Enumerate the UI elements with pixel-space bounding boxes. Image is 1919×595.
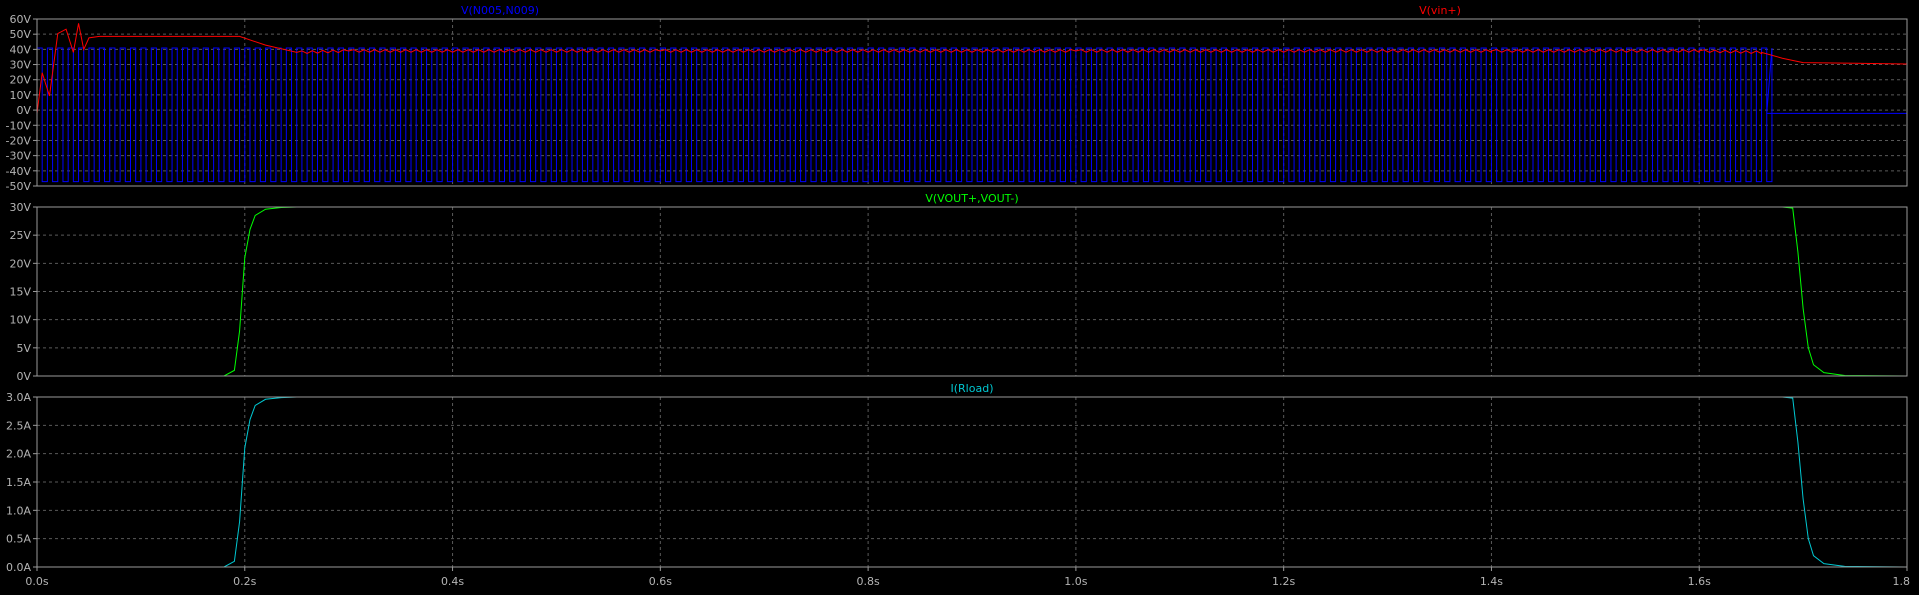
y-tick-label: 1.0A	[6, 504, 31, 517]
x-tick-label: 1.8	[1893, 575, 1911, 588]
y-tick-label: 3.0A	[6, 391, 31, 404]
y-tick-label: 60V	[9, 13, 31, 26]
x-tick-label: 1.6s	[1688, 575, 1711, 588]
trace-v-n005-n009-[interactable]	[37, 47, 1907, 183]
y-tick-label: -20V	[6, 134, 32, 147]
plot-background	[0, 0, 1919, 595]
x-tick-label: 1.2s	[1272, 575, 1295, 588]
x-tick-label: 1.4s	[1480, 575, 1503, 588]
y-tick-label: 50V	[9, 28, 31, 41]
y-tick-label: -40V	[6, 165, 32, 178]
y-tick-label: 20V	[9, 257, 31, 270]
x-tick-label: 0.4s	[441, 575, 464, 588]
y-tick-label: 0.0A	[6, 561, 31, 574]
y-tick-label: 30V	[9, 59, 31, 72]
y-tick-label: 0V	[16, 370, 31, 383]
y-tick-label: 5V	[16, 342, 31, 355]
y-tick-label: 30V	[9, 201, 31, 214]
trace-label[interactable]: V(vin+)	[1419, 4, 1461, 17]
waveform-viewer[interactable]: 60V 50V 40V 30V 20V 10V 0V -10V -20V -30V -40V -50V…	[0, 0, 1919, 595]
x-tick-label: 0.0s	[25, 575, 48, 588]
y-tick-label: 0V	[16, 104, 31, 117]
y-tick-label: 10V	[9, 314, 31, 327]
y-tick-label: -30V	[6, 150, 32, 163]
y-tick-label: -10V	[6, 119, 32, 132]
trace-label[interactable]: I(Rload)	[951, 382, 994, 395]
x-tick-label: 0.8s	[856, 575, 879, 588]
y-tick-label: 15V	[9, 286, 31, 299]
y-tick-label: -50V	[6, 180, 32, 193]
y-tick-label: 10V	[9, 89, 31, 102]
x-tick-label: 0.6s	[649, 575, 672, 588]
y-tick-label: 1.5A	[6, 476, 31, 489]
x-tick-label: 0.2s	[233, 575, 256, 588]
y-tick-label: 40V	[9, 43, 31, 56]
y-tick-label: 2.0A	[6, 448, 31, 461]
y-tick-label: 2.5A	[6, 419, 31, 432]
x-tick-label: 1.0s	[1064, 575, 1087, 588]
y-tick-label: 25V	[9, 229, 31, 242]
trace-label[interactable]: V(N005,N009)	[461, 4, 539, 17]
y-tick-label: 20V	[9, 74, 31, 87]
trace-label[interactable]: V(VOUT+,VOUT-)	[925, 192, 1018, 205]
y-tick-label: 0.5A	[6, 533, 31, 546]
